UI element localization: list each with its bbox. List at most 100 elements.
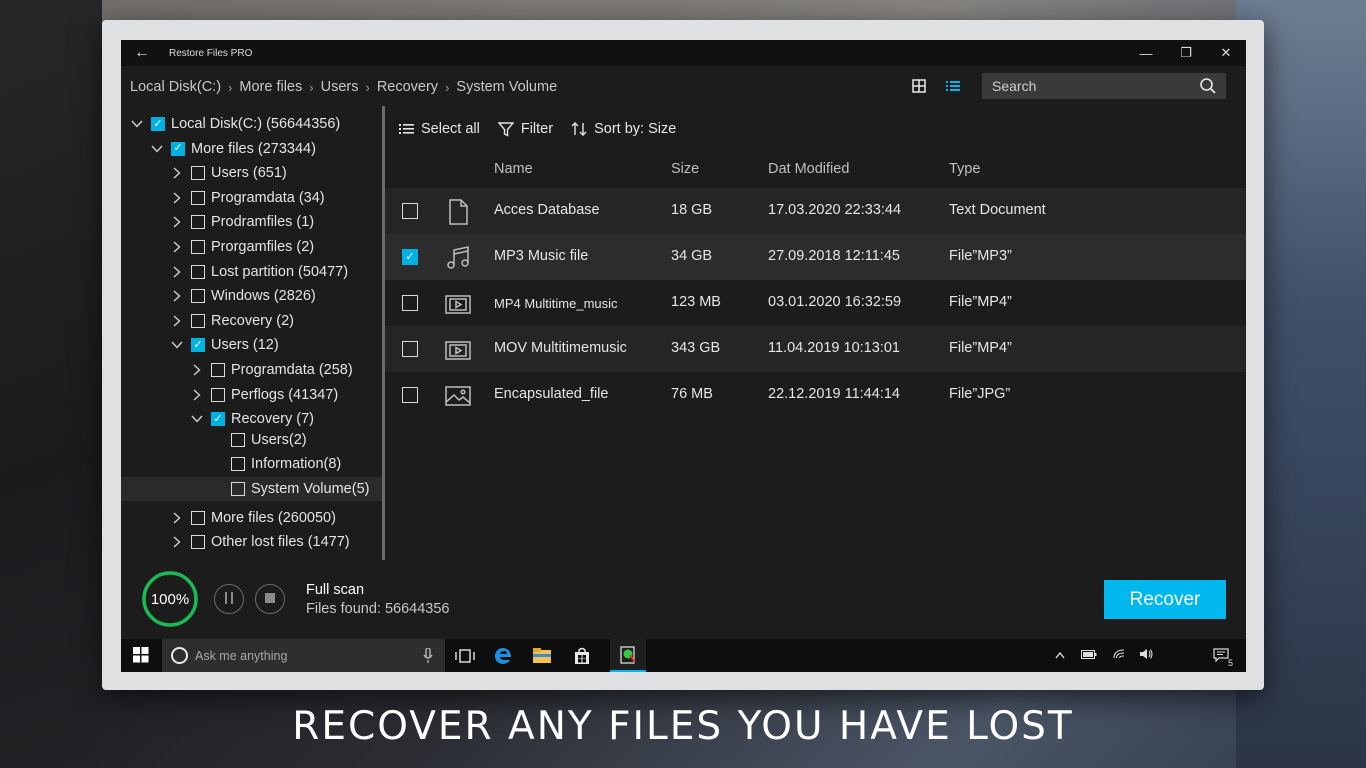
file-row[interactable]: MP4 Multitime_music 123 MB 03.01.2020 16… — [385, 280, 1246, 326]
tree-checkbox[interactable]: ✓ — [171, 141, 185, 156]
chevron-right-icon[interactable] — [171, 192, 183, 204]
stop-button[interactable] — [255, 584, 285, 614]
column-type[interactable]: Type — [949, 161, 980, 177]
tree-checkbox[interactable] — [191, 535, 205, 550]
tree-item[interactable]: ✓ More files (273344) — [121, 137, 383, 161]
tree-item[interactable]: ✓ Local Disk(C:) (56644356) — [121, 112, 383, 136]
tree-item[interactable]: Prodramfiles (1) — [121, 210, 383, 234]
tree-checkbox[interactable] — [191, 190, 205, 205]
tree-item[interactable]: ✓ Users (12) — [121, 333, 383, 357]
chevron-right-icon[interactable] — [171, 167, 183, 179]
chevron-down-icon[interactable] — [171, 339, 183, 351]
minimize-button[interactable]: — — [1126, 40, 1166, 66]
chevron-down-icon[interactable] — [131, 118, 143, 130]
tree-checkbox[interactable] — [211, 363, 225, 377]
chevron-right-icon[interactable] — [171, 536, 183, 548]
file-row[interactable]: Acces Database 18 GB 17.03.2020 22:33:44… — [385, 188, 1246, 234]
tree-item[interactable]: Users (651) — [121, 161, 383, 185]
tree-checkbox[interactable] — [191, 289, 205, 304]
grid-view-icon[interactable] — [911, 78, 927, 94]
close-button[interactable]: ✕ — [1206, 40, 1246, 66]
chevron-down-icon[interactable] — [191, 413, 203, 425]
restore-files-app-icon[interactable] — [610, 639, 646, 672]
progress-percent: 100% — [150, 590, 190, 608]
search-input[interactable]: Search — [982, 73, 1226, 99]
recover-button[interactable]: Recover — [1104, 580, 1226, 619]
tree-checkbox[interactable] — [191, 313, 205, 328]
chevron-down-icon[interactable] — [151, 143, 163, 155]
file-explorer-icon[interactable] — [524, 639, 560, 672]
chevron-right-icon[interactable] — [171, 315, 183, 327]
tree-checkbox[interactable]: ✓ — [151, 117, 165, 131]
list-view-icon[interactable] — [945, 78, 961, 94]
tree-item[interactable]: More files (260050) — [121, 506, 383, 530]
breadcrumb-item[interactable]: More files — [239, 79, 302, 95]
tree-checkbox[interactable] — [231, 482, 245, 496]
file-type: File”MP4” — [949, 340, 1012, 356]
pause-button[interactable] — [214, 584, 244, 614]
tree-item[interactable]: Prorgamfiles (2) — [121, 235, 383, 259]
chevron-right-icon[interactable] — [171, 216, 183, 228]
column-date[interactable]: Dat Modified — [768, 161, 849, 177]
sort-icon — [571, 121, 587, 137]
breadcrumb-item[interactable]: Users — [321, 79, 359, 95]
chevron-right-icon[interactable] — [191, 364, 203, 376]
file-checkbox[interactable] — [402, 295, 418, 311]
volume-icon[interactable] — [1139, 648, 1153, 663]
taskbar-search-input[interactable]: Ask me anything — [162, 639, 445, 672]
tree-checkbox[interactable] — [191, 264, 205, 279]
store-icon[interactable] — [564, 639, 600, 672]
column-size[interactable]: Size — [671, 161, 699, 177]
back-button[interactable]: ← — [121, 40, 163, 66]
file-checkbox[interactable]: ✓ — [402, 249, 418, 265]
tree-checkbox[interactable] — [211, 387, 225, 402]
tree-item[interactable]: Programdata (258) — [121, 358, 383, 382]
tree-item[interactable]: System Volume(5) — [121, 477, 383, 501]
chevron-right-icon[interactable] — [171, 241, 183, 253]
chevron-right-icon[interactable] — [171, 290, 183, 302]
chevron-up-icon[interactable] — [1055, 650, 1065, 662]
tree-item[interactable]: Information(8) — [121, 452, 383, 476]
file-row[interactable]: MOV Multitimemusic 343 GB 11.04.2019 10:… — [385, 326, 1246, 372]
tree-item[interactable]: Windows (2826) — [121, 284, 383, 308]
breadcrumb-item[interactable]: System Volume — [456, 79, 557, 95]
tree-checkbox[interactable] — [191, 510, 205, 525]
tree-checkbox[interactable] — [191, 240, 205, 254]
breadcrumb-item[interactable]: Recovery — [377, 79, 438, 95]
breadcrumb-item[interactable]: Local Disk(C:) — [130, 79, 221, 95]
tree-item[interactable]: Perflogs (41347) — [121, 383, 383, 407]
file-checkbox[interactable] — [402, 387, 418, 403]
microphone-icon[interactable] — [423, 647, 433, 664]
wifi-icon[interactable] — [1113, 649, 1125, 662]
file-row[interactable]: Encapsulated_file 76 MB 22.12.2019 11:44… — [385, 372, 1246, 418]
tree-checkbox[interactable] — [231, 457, 245, 472]
edge-browser-icon[interactable] — [485, 639, 521, 672]
tree-checkbox[interactable] — [191, 215, 205, 230]
tree-item[interactable]: Users(2) — [121, 428, 383, 452]
tree-item[interactable]: Programdata (34) — [121, 186, 383, 210]
title-bar: ← Restore Files PRO — ❐ ✕ — [121, 40, 1246, 66]
chevron-right-icon[interactable] — [171, 266, 183, 278]
file-checkbox[interactable] — [402, 203, 418, 219]
chevron-right-icon[interactable] — [171, 512, 183, 524]
task-view-icon[interactable] — [447, 639, 483, 672]
maximize-button[interactable]: ❐ — [1166, 40, 1206, 66]
battery-icon[interactable] — [1081, 649, 1097, 662]
tree-checkbox[interactable] — [231, 432, 245, 447]
file-row[interactable]: ✓ MP3 Music file 34 GB 27.09.2018 12:11:… — [385, 234, 1246, 280]
select-all-button[interactable]: Select all — [399, 121, 480, 137]
tree-checkbox[interactable] — [191, 166, 205, 181]
tree-checkbox[interactable]: ✓ — [211, 412, 225, 427]
tree-item[interactable]: Lost partition (50477) — [121, 260, 383, 284]
windows-start-icon[interactable] — [133, 647, 149, 663]
chevron-right-icon[interactable] — [191, 389, 203, 401]
search-icon[interactable] — [1199, 77, 1217, 95]
tree-checkbox[interactable]: ✓ — [191, 338, 205, 353]
sort-button[interactable]: Sort by: Size — [571, 121, 676, 137]
tree-item[interactable]: Recovery (2) — [121, 309, 383, 333]
file-checkbox[interactable] — [402, 341, 418, 357]
action-center-button[interactable]: 5 — [1213, 639, 1233, 672]
tree-item[interactable]: Other lost files (1477) — [121, 530, 383, 554]
filter-button[interactable]: Filter — [497, 121, 553, 137]
column-name[interactable]: Name — [494, 161, 533, 177]
